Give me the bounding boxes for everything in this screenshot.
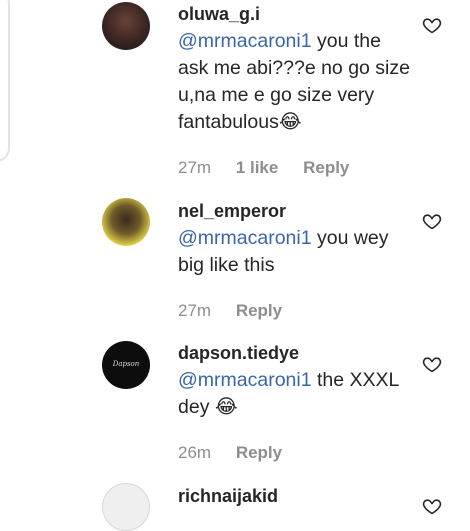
- comment-mention[interactable]: @mrmacaroni1: [178, 30, 312, 52]
- heart-icon[interactable]: [422, 354, 442, 374]
- comment-time: 27m: [178, 158, 212, 177]
- avatar[interactable]: [102, 483, 150, 531]
- comment-time: 27m: [178, 301, 212, 320]
- avatar[interactable]: [102, 198, 150, 246]
- comment-username[interactable]: richnaijakid: [178, 486, 278, 506]
- reply-button[interactable]: Reply: [303, 158, 349, 177]
- comment-meta: 26m Reply: [178, 443, 302, 463]
- comment-meta: 27m Reply: [178, 301, 302, 321]
- heart-icon[interactable]: [422, 211, 442, 231]
- comment-text: @mrmacaroni1 you the ask me abi???e no g…: [178, 28, 410, 136]
- previous-panel-edge: [0, 0, 10, 162]
- comment-username[interactable]: nel_emperor: [178, 201, 286, 221]
- comment-meta: 27m 1 like Reply: [178, 158, 369, 178]
- comment-mention[interactable]: @mrmacaroni1: [178, 369, 312, 391]
- comment-mention[interactable]: @mrmacaroni1: [178, 227, 312, 249]
- comment-username[interactable]: oluwa_g.i: [178, 4, 260, 24]
- avatar[interactable]: Dapson: [102, 341, 150, 389]
- heart-icon[interactable]: [422, 15, 442, 35]
- reply-button[interactable]: Reply: [236, 301, 282, 320]
- emoji: 😂: [278, 111, 302, 133]
- comment-time: 26m: [178, 443, 212, 462]
- comment-text: @mrmacaroni1 the XXXL dey 😂: [178, 367, 410, 421]
- reply-button[interactable]: Reply: [236, 443, 282, 462]
- avatar[interactable]: [102, 2, 150, 50]
- heart-icon[interactable]: [422, 496, 442, 516]
- comment-likes[interactable]: 1 like: [236, 158, 279, 177]
- comment-text: @mrmacaroni1 you wey big like this: [178, 225, 410, 279]
- comment-username[interactable]: dapson.tiedye: [178, 343, 299, 363]
- avatar-logo-text: Dapson: [112, 360, 140, 368]
- emoji: 😂: [214, 396, 238, 418]
